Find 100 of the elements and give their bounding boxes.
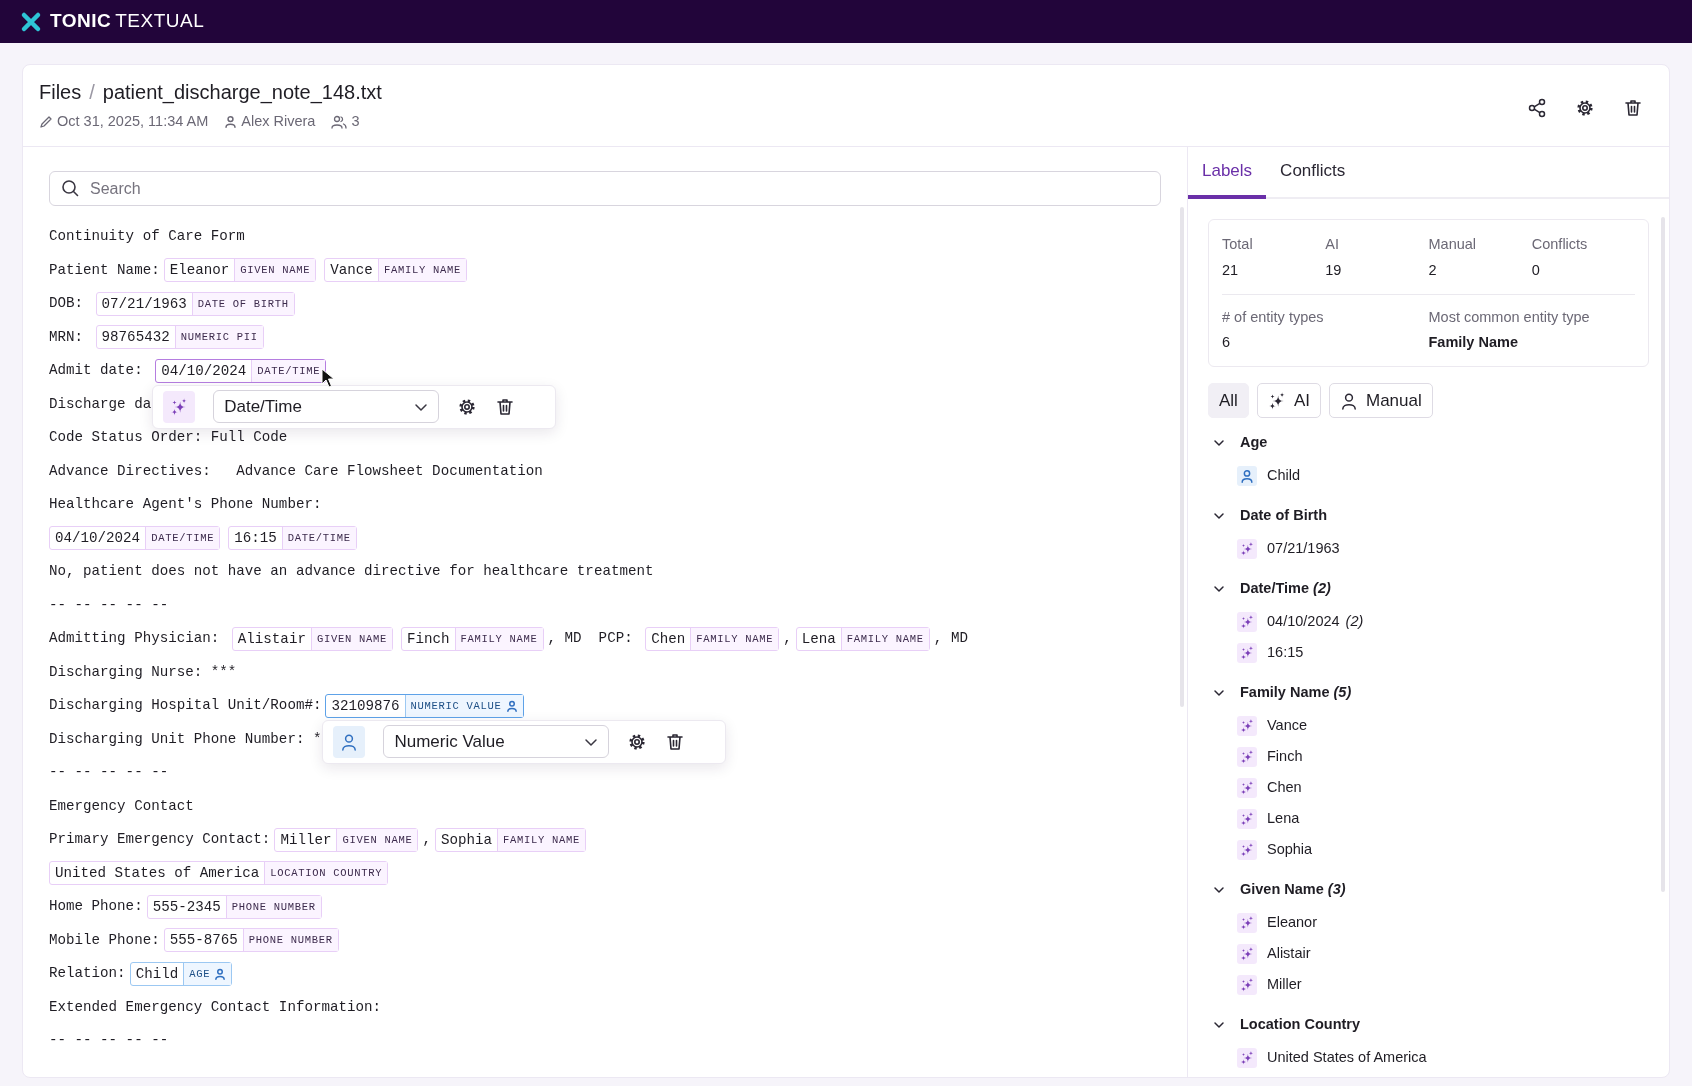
document-text: Admit date: <box>49 361 144 381</box>
author-name: Alex Rivera <box>241 112 316 131</box>
label-item[interactable]: Sophia <box>1212 834 1645 865</box>
delete-button[interactable] <box>495 396 516 417</box>
collaborator-count: 3 <box>351 112 360 131</box>
entity-type-select[interactable]: Date/Time <box>213 390 440 424</box>
entity-text: Chen <box>650 629 687 649</box>
person-icon <box>1240 468 1254 483</box>
entity-chip[interactable]: Alistair GIVEN NAME <box>231 626 393 651</box>
person-icon <box>1339 391 1358 410</box>
sparkle-icon <box>1240 614 1254 629</box>
entity-type: DATE OF BIRTH <box>197 296 289 312</box>
entity-chip[interactable]: Lena FAMILY NAME <box>795 626 930 651</box>
entity-text: Sophia <box>440 830 494 850</box>
sparkle-icon <box>1240 842 1254 857</box>
document-text: Home Phone: <box>49 897 143 917</box>
entity-chip[interactable]: Vance FAMILY NAME <box>324 258 467 283</box>
document-text: Patient Name: <box>49 260 160 280</box>
filter-button[interactable]: AI <box>1256 383 1321 418</box>
entity-chip[interactable]: 16:15 DATE/TIME <box>228 526 357 551</box>
logo-text: TONIC <box>50 9 112 34</box>
product-name: TEXTUAL <box>115 9 205 34</box>
search-field[interactable]: Search <box>49 171 1161 206</box>
label-item[interactable]: 16:15 <box>1212 637 1645 668</box>
document-text: Emergency Contact <box>49 796 194 816</box>
sparkle-icon <box>1240 541 1254 556</box>
stat-value: 19 <box>1325 260 1343 280</box>
share-icon <box>1527 97 1547 118</box>
entity-chip[interactable]: Chen FAMILY NAME <box>645 626 780 651</box>
group-header[interactable]: Location Country <box>1212 1008 1645 1042</box>
group-header[interactable]: Family Name (5) <box>1212 676 1645 710</box>
entity-chip[interactable]: Eleanor GIVEN NAME <box>163 258 317 283</box>
entity-type: AGE <box>189 966 211 982</box>
document-text: DOB: <box>49 294 85 314</box>
stat-label: Conflicts <box>1531 235 1589 254</box>
label-item[interactable]: Alistair <box>1212 938 1645 969</box>
entity-chip[interactable]: Child AGE <box>129 961 233 986</box>
document-text: MRN: <box>49 327 85 347</box>
sparkle-icon <box>1240 915 1254 930</box>
filter-button[interactable]: All <box>1208 383 1249 418</box>
document-text: Relation: <box>49 964 126 984</box>
stat-value: 0 <box>1531 260 1541 280</box>
label-item[interactable]: 07/21/1963 <box>1212 533 1645 564</box>
document-text: , MD PCP: <box>547 629 634 649</box>
entity-type: NUMERIC VALUE <box>410 698 502 714</box>
entity-text: 555-8765 <box>168 931 239 951</box>
group-header[interactable]: Date of Birth <box>1212 499 1645 533</box>
entity-chip[interactable]: 555-2345 PHONE NUMBER <box>146 894 322 919</box>
delete-button[interactable] <box>665 731 686 752</box>
document-text: Discharging Nurse: *** <box>49 662 237 682</box>
stat-value: 2 <box>1428 260 1438 280</box>
document-text: Extended Emergency Contact Information: <box>49 997 382 1017</box>
sparkle-icon <box>1240 780 1254 795</box>
entity-chip[interactable]: Finch FAMILY NAME <box>400 626 544 651</box>
label-item[interactable]: 04/10/2024 (2) <box>1212 606 1645 637</box>
group-header[interactable]: Age <box>1212 426 1645 460</box>
document-text: Discharging Unit Phone Number: * <box>49 729 322 749</box>
label-item[interactable]: Child <box>1212 460 1645 491</box>
stat-label: Manual <box>1428 235 1478 254</box>
entity-chip[interactable]: 04/10/2024 DATE/TIME <box>49 526 221 551</box>
entity-chip[interactable]: 07/21/1963 DATE OF BIRTH <box>95 291 295 316</box>
entity-chip[interactable]: 98765432 NUMERIC PII <box>95 325 264 350</box>
entity-text: 98765432 <box>100 328 171 348</box>
label-item[interactable]: Lena <box>1212 803 1645 834</box>
source-button[interactable] <box>333 725 366 758</box>
breadcrumb-link[interactable]: Files <box>39 77 82 107</box>
entity-type-select[interactable]: Numeric Value <box>383 725 610 759</box>
label-item[interactable]: United States of America <box>1212 1042 1645 1073</box>
sparkle-icon <box>1240 811 1254 826</box>
pencil-icon <box>39 114 53 129</box>
document-text: , <box>783 629 792 649</box>
document-text: Discharging Hospital Unit/Room#: <box>49 696 322 716</box>
entity-chip[interactable]: 555-8765 PHONE NUMBER <box>163 928 339 953</box>
label-item[interactable]: Eleanor <box>1212 907 1645 938</box>
label-item[interactable]: Vance <box>1212 710 1645 741</box>
entity-chip[interactable]: Miller GIVEN NAME <box>274 827 419 852</box>
document-text: Healthcare Agent's Phone Number: <box>49 495 322 515</box>
sparkle-icon <box>1267 391 1286 410</box>
filter-button[interactable]: Manual <box>1328 383 1433 418</box>
entity-text: Vance <box>329 261 374 281</box>
stat-label: Most common entity type <box>1428 307 1591 327</box>
panel-tab[interactable]: Conflicts <box>1266 147 1360 199</box>
entity-type: NUMERIC PII <box>180 330 258 346</box>
breadcrumb-separator: / <box>89 80 95 105</box>
entity-chip[interactable]: Sophia FAMILY NAME <box>435 827 587 852</box>
source-button[interactable] <box>163 390 196 423</box>
entity-type: GIVEN NAME <box>240 263 311 279</box>
entity-chip[interactable]: United States of America LOCATION COUNTRY <box>49 861 389 886</box>
label-item[interactable]: Finch <box>1212 741 1645 772</box>
trash-icon <box>1623 97 1643 118</box>
group-header[interactable]: Date/Time (2) <box>1212 572 1645 606</box>
trash-icon <box>495 396 516 417</box>
entity-type: GIVEN NAME <box>316 631 387 647</box>
entity-type: GIVEN NAME <box>342 832 413 848</box>
label-item[interactable]: Chen <box>1212 772 1645 803</box>
panel-tab[interactable]: Labels <box>1188 147 1267 199</box>
label-item[interactable]: Miller <box>1212 969 1645 1000</box>
file-name: patient_discharge_note_148.txt <box>102 80 382 106</box>
group-header[interactable]: Given Name (3) <box>1212 873 1645 907</box>
entity-text: 04/10/2024 <box>54 529 142 549</box>
